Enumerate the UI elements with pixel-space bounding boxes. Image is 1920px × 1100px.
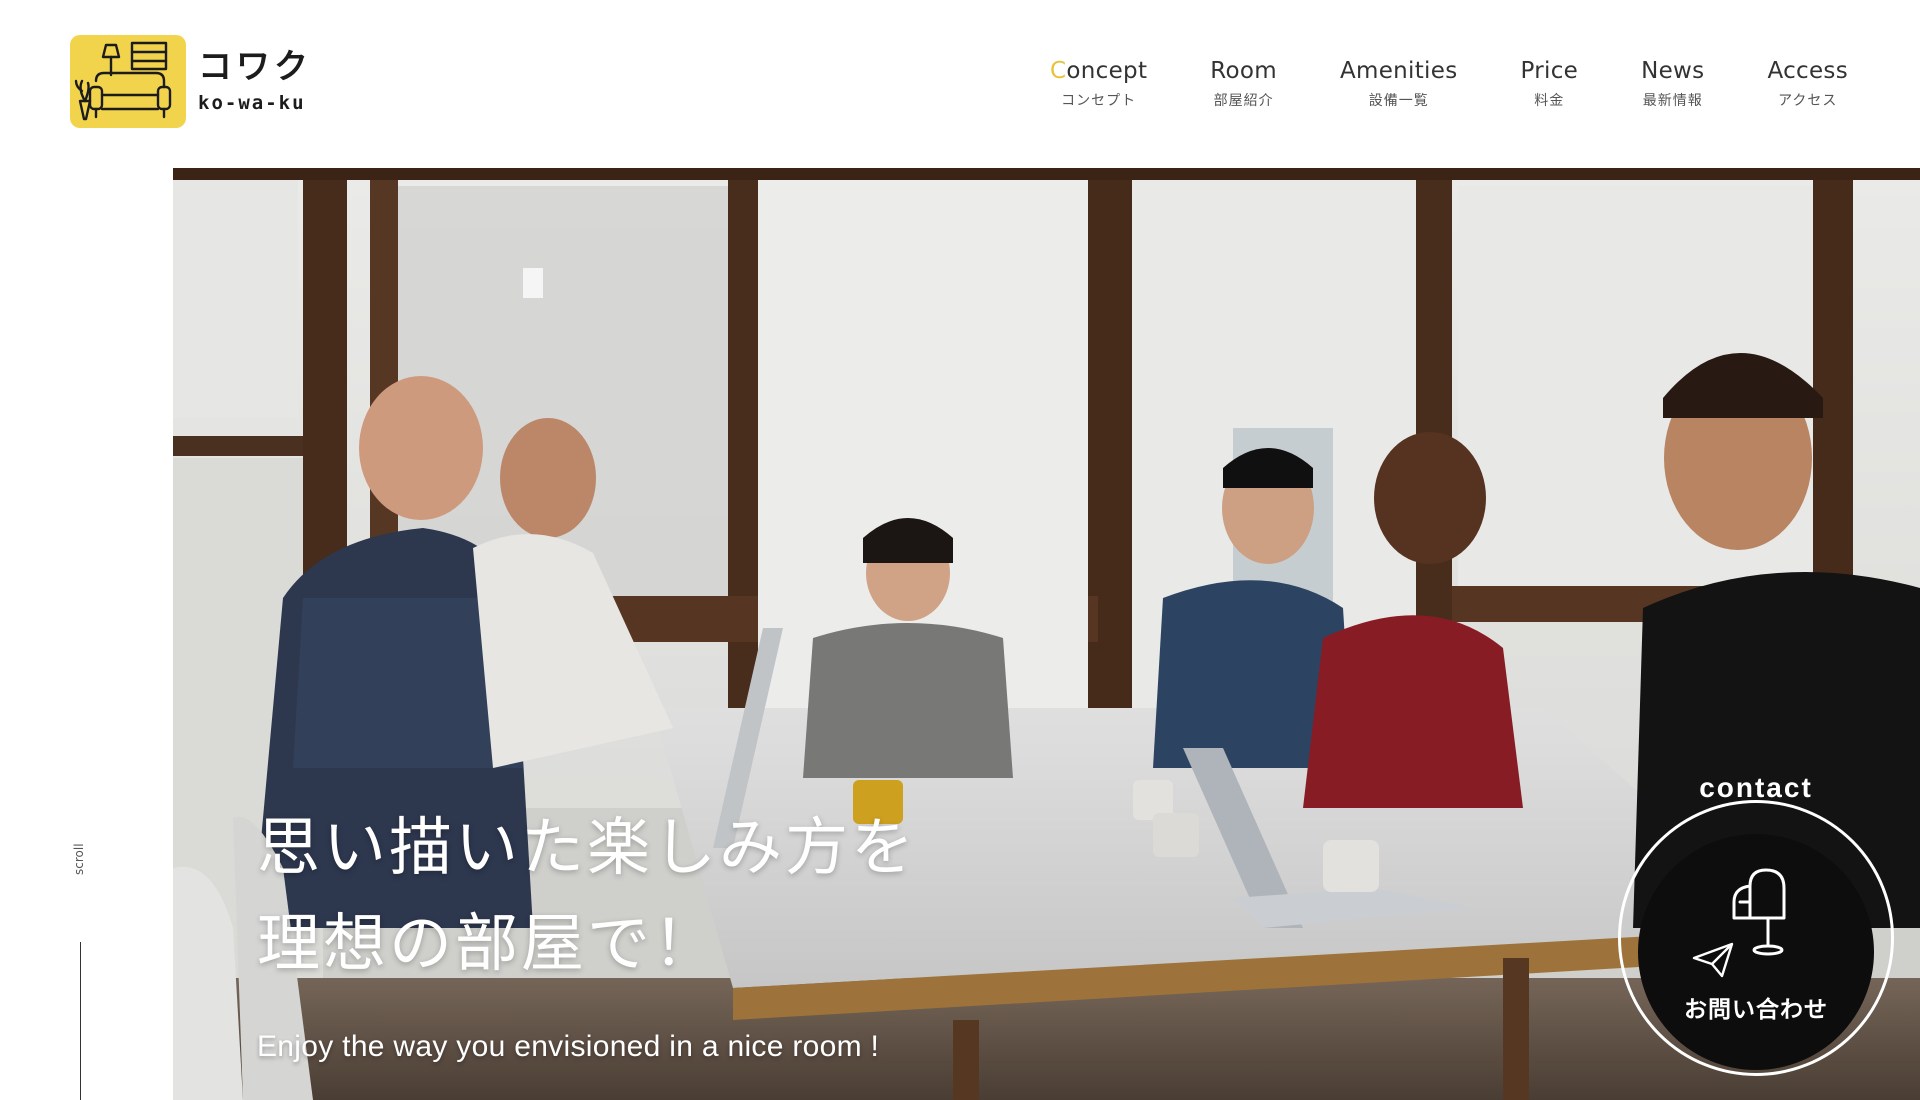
contact-label-en-wrap: contact	[1618, 772, 1894, 840]
nav-label-jp: 料金	[1534, 93, 1565, 109]
paper-plane-icon	[1692, 942, 1734, 978]
nav-label-en: Concept	[1050, 58, 1148, 84]
nav-label-jp: 最新情報	[1642, 93, 1703, 109]
contact-label-jp: お問い合わせ	[1684, 997, 1828, 1023]
nav-label-en: Price	[1520, 58, 1579, 84]
logo-name-jp: コワク	[198, 46, 312, 87]
nav-label-jp: 部屋紹介	[1213, 93, 1274, 109]
scroll-indicator-line	[80, 942, 81, 1100]
nav-label-en: News	[1641, 58, 1705, 84]
nav-label-jp: 設備一覧	[1368, 93, 1429, 109]
logo-name-en: ko-wa-ku	[198, 91, 306, 114]
hero-title: 思い描いた楽しみ方を 理想の部屋で！	[257, 800, 917, 992]
hero-title-line-2: 理想の部屋で！	[257, 907, 719, 980]
nav-label-jp: アクセス	[1778, 93, 1838, 109]
hero-title-line-1: 思い描いた楽しみ方を	[257, 811, 917, 884]
contact-label-en: contact	[1699, 772, 1813, 803]
nav-item-price[interactable]: Price 料金	[1520, 58, 1578, 110]
main-nav: Concept コンセプト Room 部屋紹介 Amenities 設備一覧 P…	[1050, 58, 1848, 110]
nav-item-room[interactable]: Room 部屋紹介	[1210, 58, 1277, 110]
nav-item-concept[interactable]: Concept コンセプト	[1050, 58, 1147, 110]
nav-label-en: Amenities	[1339, 58, 1458, 84]
nav-item-news[interactable]: News 最新情報	[1641, 58, 1704, 110]
scroll-indicator-label: scroll	[72, 843, 86, 875]
site-logo[interactable]: コワク ko-wa-ku	[70, 35, 312, 128]
nav-item-amenities[interactable]: Amenities 設備一覧	[1340, 58, 1458, 110]
nav-label-en: Room	[1210, 58, 1277, 84]
nav-label-jp: コンセプト	[1061, 93, 1137, 109]
hero-subtitle: Enjoy the way you envisioned in a nice r…	[257, 1030, 880, 1063]
contact-button[interactable]: contact お問い合わせ	[1618, 772, 1894, 1076]
sofa-lamp-icon	[70, 35, 186, 128]
nav-label-en: Access	[1767, 58, 1848, 84]
nav-item-access[interactable]: Access アクセス	[1767, 58, 1848, 110]
